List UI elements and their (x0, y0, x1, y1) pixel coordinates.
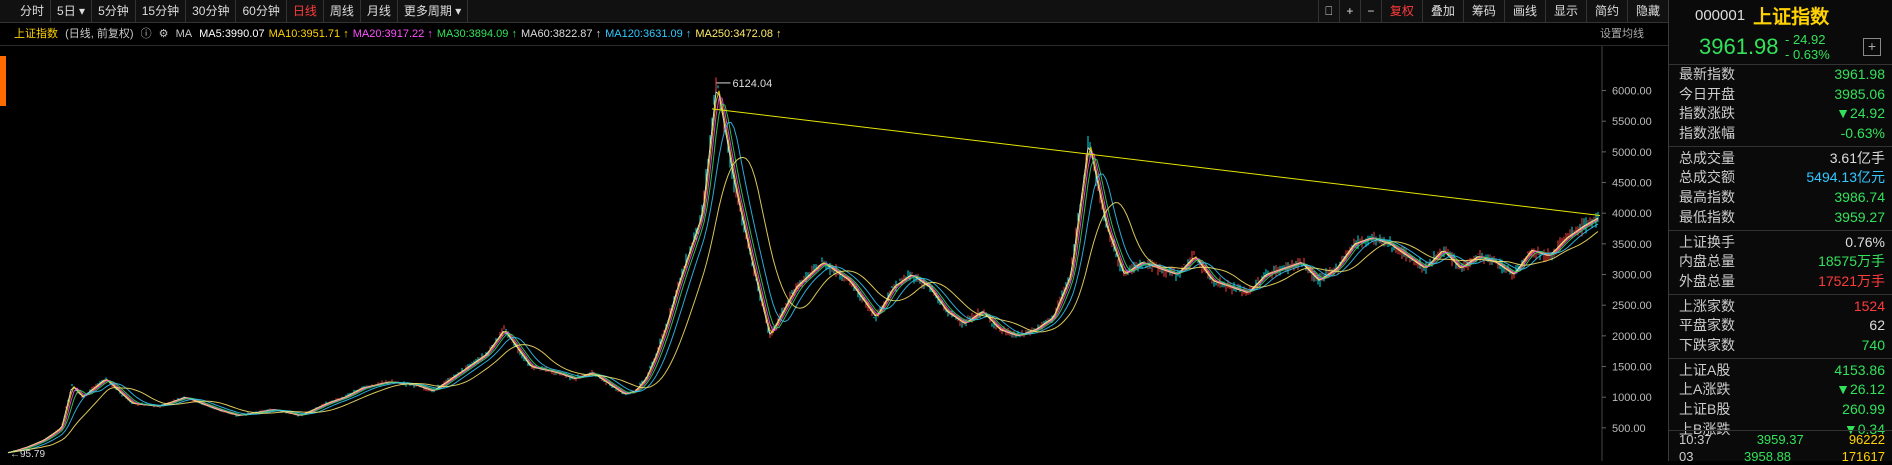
ma-settings-link[interactable]: 设置均线 (1600, 23, 1644, 45)
ma-value: MA120:3631.09 ↑ (605, 28, 692, 40)
quote-row: 今日开盘 3985.06 (1679, 85, 1885, 102)
tick-list: 10:37 3959.37 96222 03 3958.88 171617 (1669, 430, 1892, 464)
ma-line (7, 90, 1599, 454)
y-tick-label: 2500.00 (1612, 300, 1652, 312)
last-price: 3961.98 (1699, 34, 1779, 59)
quote-row: 上A涨跌 ▼26.12 (1679, 381, 1885, 398)
y-tick-label: 4500.00 (1612, 178, 1652, 190)
toolbar-actions: ⎕ + − 复权 叠加 筹码 画线 显示 简约 隐藏 (1317, 0, 1668, 22)
quote-row: 指数涨跌 ▼24.92 (1679, 105, 1885, 122)
ma-value: MA250:3472.08 ↑ (695, 28, 782, 40)
period-tab[interactable]: 60分钟 (236, 0, 287, 22)
help-icon[interactable]: ⓘ (141, 28, 152, 40)
settings-icon[interactable]: ⚙ (159, 28, 169, 40)
quote-row: 下跌家数 740 (1679, 336, 1885, 353)
quote-row: 最低指数 3959.27 (1679, 208, 1885, 225)
draw-button[interactable]: 画线 (1503, 0, 1545, 22)
quote-row: 最新指数 3961.98 (1679, 66, 1885, 82)
quote-row: 上证B股 260.99 (1679, 401, 1885, 417)
y-tick-label: 6000.00 (1612, 86, 1652, 98)
period-tabs: 分时 5日 ▾ 5分钟 15分钟 30分钟 60分钟 日线 周线 月线 更多周期 ▾ (14, 0, 469, 22)
index-chart[interactable]: 6000.00 5500.00 5000.00 4500.00 4000.00 3500.… (0, 46, 1668, 461)
ma-values: MA5:3990.07 MA10:3951.71 ↑ MA20:3917.22 ↑ M… (199, 28, 785, 40)
ma-info-bar: 上证指数 (日线, 前复权) ⓘ ⚙ MA MA5:3990.07 MA10:39… (0, 23, 1668, 46)
period-tab[interactable]: 5分钟 (92, 0, 136, 22)
y-tick-label: 500.00 (1612, 423, 1646, 435)
period-tab[interactable]: 分时 (14, 0, 52, 22)
period-toolbar: 分时 5日 ▾ 5分钟 15分钟 30分钟 60分钟 日线 周线 月线 更多周期 ▾ ⎕ + − … (0, 0, 1668, 23)
quote-row: 总成交量 3.61亿手 (1679, 149, 1885, 166)
y-tick-label: 2000.00 (1612, 331, 1652, 343)
adjust-button[interactable]: 复权 (1380, 0, 1422, 22)
trend-line (711, 108, 1601, 217)
index-title: 上证指数 (14, 28, 58, 40)
price-change: - 24.92- 0.63% (1785, 32, 1830, 62)
y-tick-label: 3000.00 (1612, 270, 1652, 282)
y-tick-label: 1000.00 (1612, 392, 1652, 404)
y-tick-label: 3500.00 (1612, 239, 1652, 251)
ma-value: MA30:3894.09 ↑ (436, 28, 517, 40)
y-tick-label: 4000.00 (1612, 208, 1652, 220)
ma-value: MA60:3822.87 ↑ (520, 28, 602, 40)
ma-line (7, 103, 1599, 454)
ma-line (7, 156, 1599, 454)
quote-row: 内盘总量 18575万手 (1679, 253, 1885, 270)
add-icon[interactable]: + (1863, 38, 1881, 56)
period-tab[interactable]: 更多周期 ▾ (398, 0, 469, 22)
ma-value: MA10:3951.71 ↑ (268, 28, 349, 40)
ma-line (7, 121, 1599, 454)
period-tab[interactable]: 月线 (361, 0, 398, 22)
ma-line (7, 97, 1599, 454)
ma-line (7, 90, 1599, 454)
simple-button[interactable]: 简约 (1585, 0, 1627, 22)
y-tick-label: 1500.00 (1612, 362, 1652, 374)
display-button[interactable]: 显示 (1544, 0, 1586, 22)
quote-rows: 最新指数 3961.98 今日开盘 3985.06 指数涨跌 ▼24.92 指数涨幅 -0.6… (1669, 65, 1892, 439)
quote-row: 最高指数 3986.74 (1679, 189, 1885, 206)
y-tick-label: 5000.00 (1612, 147, 1652, 159)
period-tab[interactable]: 30分钟 (186, 0, 237, 22)
chart-subtitle: (日线, 前复权) (65, 28, 134, 40)
period-tab[interactable]: 15分钟 (136, 0, 187, 22)
quote-row: 总成交额 5494.13亿元 (1679, 169, 1885, 186)
quote-row: 上涨家数 1524 (1679, 297, 1885, 314)
tick-row: 10:37 3959.37 96222 (1679, 432, 1885, 447)
quote-row: 外盘总量 17521万手 (1679, 272, 1885, 289)
ma-value: MA20:3917.22 ↑ (352, 28, 433, 40)
period-tab[interactable]: 5日 ▾ (51, 0, 93, 22)
period-tab[interactable]: 日线 (287, 0, 324, 22)
quote-row: 上证A股 4153.86 (1679, 361, 1885, 378)
y-tick-label: 5500.00 (1612, 116, 1652, 128)
zoom-out-icon[interactable]: − (1359, 0, 1381, 22)
hide-button[interactable]: 隐藏 (1626, 0, 1668, 22)
quote-row: 指数涨幅 -0.63% (1679, 125, 1885, 142)
quote-row: 平盘家数 62 (1679, 317, 1885, 334)
index-name: 上证指数 (1753, 6, 1830, 28)
lock-icon[interactable]: ⎕ (1317, 0, 1339, 22)
quote-panel: 000001 上证指数 3961.98 - 24.92- 0.63% + 最新指… (1668, 0, 1892, 464)
zoom-in-icon[interactable]: + (1338, 0, 1360, 22)
ma-value: MA5:3990.07 (199, 28, 265, 40)
low-label: ←95.79 (10, 449, 45, 460)
overlay-button[interactable]: 叠加 (1421, 0, 1463, 22)
period-tab[interactable]: 周线 (324, 0, 361, 22)
index-code: 000001 (1695, 6, 1746, 24)
high-label: 6124.04 (732, 78, 772, 90)
quote-row: 上证换手 0.76% (1679, 233, 1885, 250)
ma-label: MA (175, 28, 193, 40)
chips-button[interactable]: 筹码 (1462, 0, 1504, 22)
tick-row: 03 3958.88 171617 (1679, 449, 1885, 464)
